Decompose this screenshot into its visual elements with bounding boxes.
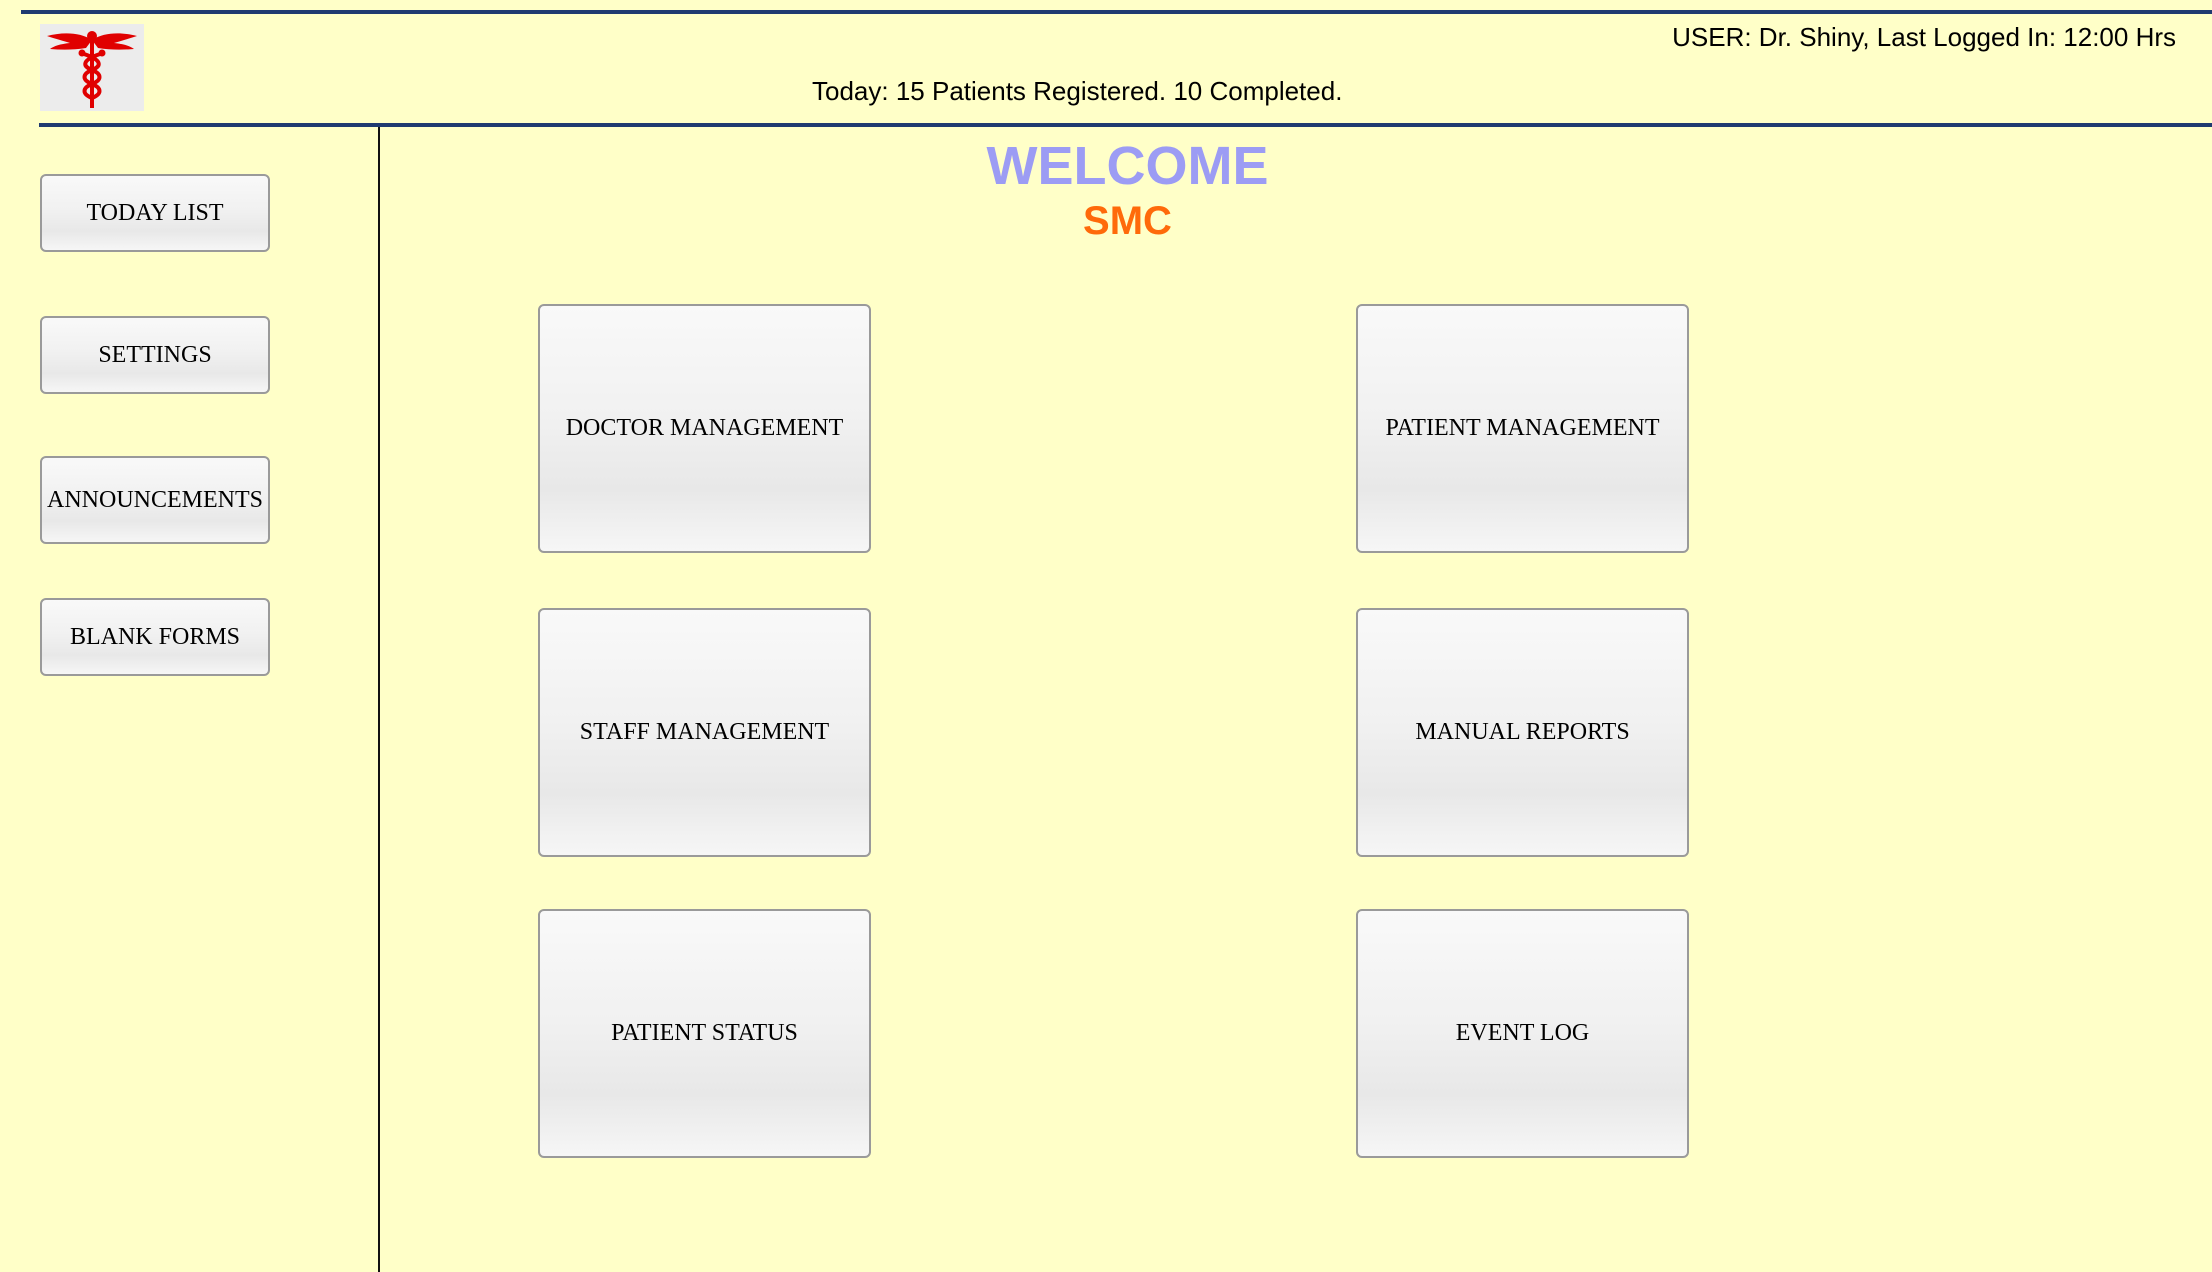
settings-button[interactable]: SETTINGS [40, 316, 270, 394]
patient-status-button[interactable]: PATIENT STATUS [538, 909, 871, 1158]
today-list-button[interactable]: TODAY LIST [40, 174, 270, 252]
caduceus-icon [47, 30, 137, 108]
staff-management-button[interactable]: STAFF MANAGEMENT [538, 608, 871, 857]
blank-forms-button[interactable]: BLANK FORMS [40, 598, 270, 676]
event-log-button[interactable]: EVENT LOG [1356, 909, 1689, 1158]
welcome-heading: WELCOME [986, 136, 1269, 196]
sidebar-divider [378, 127, 380, 1272]
patient-management-button[interactable]: PATIENT MANAGEMENT [1356, 304, 1689, 553]
user-info: USER: Dr. Shiny, Last Logged In: 12:00 H… [1672, 22, 2176, 52]
manual-reports-button[interactable]: MANUAL REPORTS [1356, 608, 1689, 857]
logo [40, 24, 144, 111]
doctor-management-button[interactable]: DOCTOR MANAGEMENT [538, 304, 871, 553]
org-name: SMC [1083, 199, 1172, 243]
announcements-button[interactable]: ANNOUNCEMENTS [40, 456, 270, 544]
today-status: Today: 15 Patients Registered. 10 Comple… [812, 76, 1343, 106]
header-top-rule [21, 10, 2212, 14]
header-divider [39, 123, 2212, 127]
